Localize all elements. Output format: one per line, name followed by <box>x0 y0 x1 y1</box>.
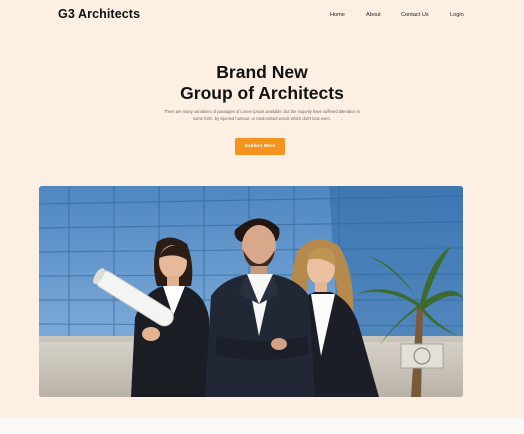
team-photo <box>39 186 463 397</box>
footer-strip <box>0 418 524 434</box>
hero-title-line1: Brand New <box>216 62 308 82</box>
site-header: G3 Architects Home About Contact Us Logi… <box>0 0 524 30</box>
hero-description-line1: There are many variations of passages of… <box>163 109 361 114</box>
nav-login-link[interactable]: Login <box>450 12 464 18</box>
nav-about-link[interactable]: About <box>366 12 381 18</box>
hero-description: There are many variations of passages of… <box>140 108 384 122</box>
hero-title-line2: Group of Architects <box>180 83 344 103</box>
hero-title: Brand New Group of Architects <box>0 62 524 104</box>
main-nav: Home About Contact Us Login <box>0 12 524 22</box>
explore-more-button[interactable]: Explore More <box>235 138 285 155</box>
nav-contact-link[interactable]: Contact Us <box>401 12 429 18</box>
nav-home-link[interactable]: Home <box>330 12 345 18</box>
hero-description-line2: some form, by injected humour, or random… <box>193 116 331 121</box>
